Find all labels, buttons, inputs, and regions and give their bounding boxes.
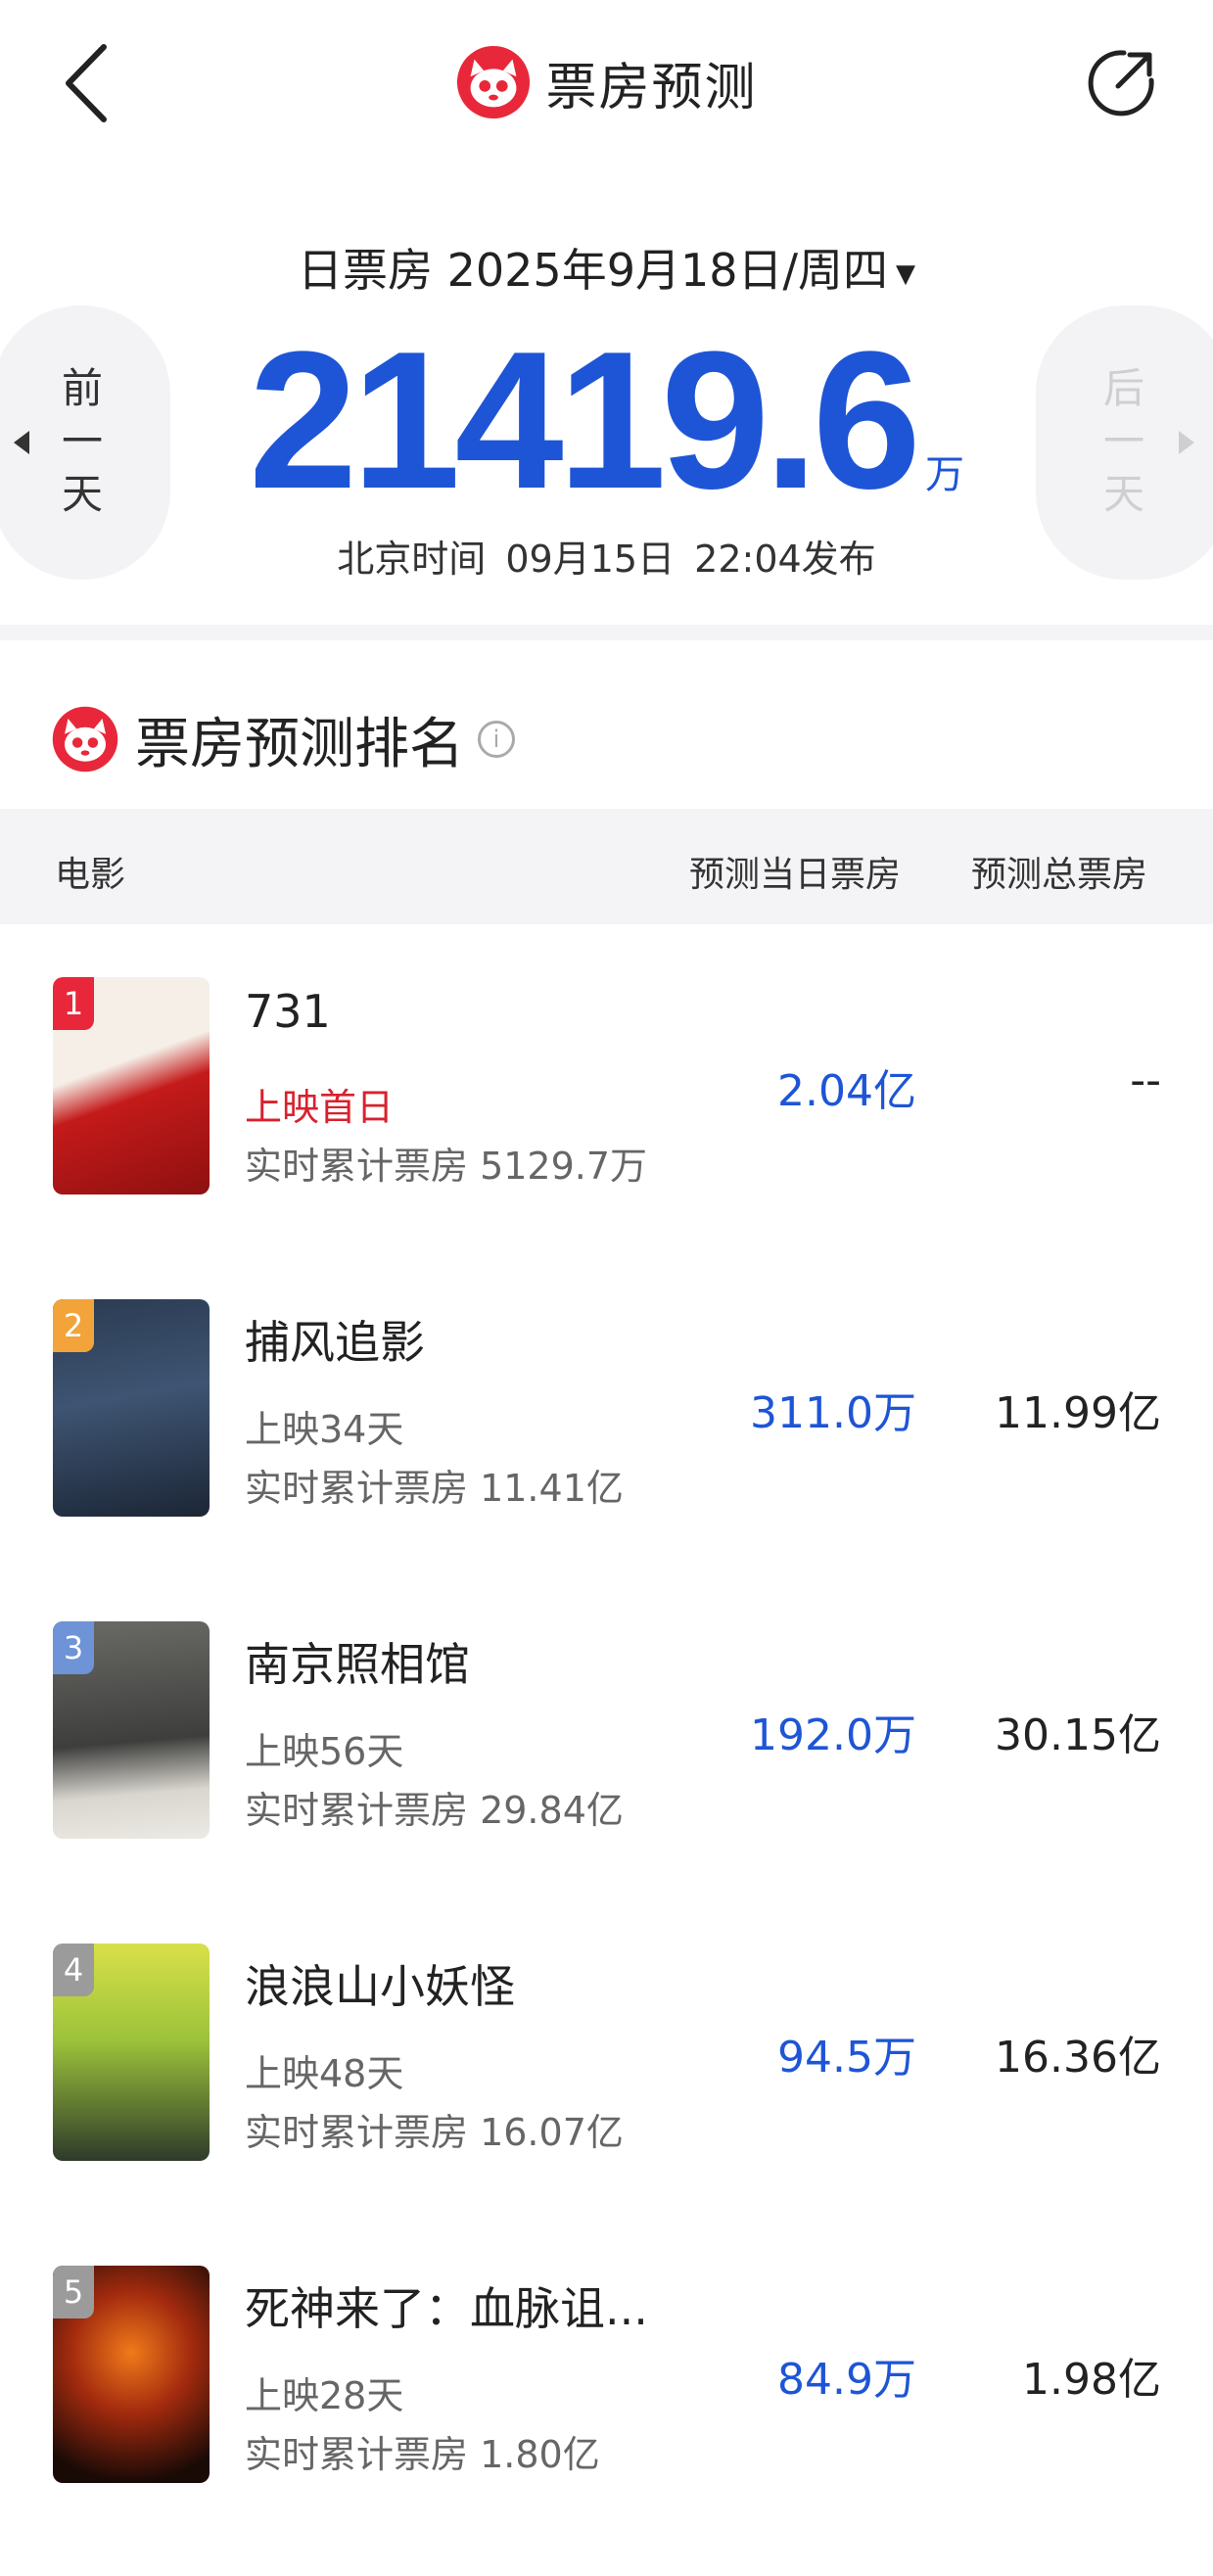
movie-cumulative: 实时累计票房 16.07亿	[245, 2111, 624, 2154]
movie-name: 731	[245, 985, 331, 1038]
movie-cumulative: 实时累计票房 29.84亿	[245, 1789, 624, 1832]
date-label: 日票房 2025年9月18日/周四	[298, 244, 888, 297]
movie-poster: 4	[53, 1944, 210, 2161]
pred-daily-value: 94.5万	[777, 2033, 916, 2083]
ranking-title: 票房预测排名	[135, 712, 464, 776]
top-bar: 票房预测	[0, 0, 1213, 166]
rank-badge: 1	[53, 977, 94, 1030]
page-title: 票房预测	[545, 58, 758, 117]
col-movie: 电影	[55, 855, 126, 895]
movie-poster: 5	[53, 2266, 210, 2483]
movie-status: 上映28天	[245, 2374, 404, 2417]
movie-poster: 3	[53, 1621, 210, 1839]
movie-status: 上映首日	[245, 1086, 395, 1129]
movie-status: 上映48天	[245, 2052, 404, 2095]
section-divider	[0, 625, 1213, 640]
total-value: 21419.6	[249, 311, 921, 530]
pred-total-value: 11.99亿	[995, 1388, 1161, 1438]
pred-total-value: 30.15亿	[995, 1710, 1161, 1760]
movie-row[interactable]: 4 浪浪山小妖怪 上映48天 实时累计票房 16.07亿 94.5万 16.36…	[0, 1944, 1213, 2267]
rank-badge: 2	[53, 1299, 94, 1352]
caret-down-icon: ▼	[896, 258, 915, 289]
movie-status: 上映34天	[245, 1408, 404, 1451]
movie-cumulative: 实时累计票房 1.80亿	[245, 2433, 600, 2476]
next-day-char: 一	[1102, 417, 1144, 465]
info-icon[interactable]: i	[478, 721, 515, 758]
prev-day-char: 前	[61, 364, 103, 412]
movie-row[interactable]: 5 死神来了：血脉诅... 上映28天 实时累计票房 1.80亿 84.9万 1…	[0, 2266, 1213, 2576]
maoyan-logo-icon	[52, 706, 118, 773]
maoyan-logo-icon	[457, 45, 531, 119]
pred-daily-value: 2.04亿	[777, 1066, 916, 1116]
share-icon	[1088, 50, 1154, 117]
movie-row[interactable]: 2 捕风追影 上映34天 实时累计票房 11.41亿 311.0万 11.99亿	[0, 1299, 1213, 1622]
pred-daily-value: 84.9万	[777, 2355, 916, 2405]
date-selector[interactable]: 日票房 2025年9月18日/周四 ▼	[0, 235, 1213, 300]
pred-total-value: --	[1130, 1055, 1161, 1105]
table-header: 电影 预测当日票房 预测总票房	[0, 809, 1213, 924]
next-day-char: 后	[1102, 364, 1144, 412]
pred-total-value: 1.98亿	[1022, 2355, 1161, 2405]
pred-daily-value: 311.0万	[750, 1388, 916, 1438]
rank-badge: 4	[53, 1944, 94, 1996]
prev-day-button[interactable]: 前 一 天	[0, 305, 170, 580]
arrow-right-icon	[1179, 431, 1194, 454]
col-pred-daily: 预测当日票房	[689, 855, 902, 895]
pred-total-value: 16.36亿	[995, 2033, 1161, 2083]
movie-name: 南京照相馆	[245, 1638, 470, 1691]
rank-badge: 3	[53, 1621, 94, 1674]
movie-name: 死神来了：血脉诅...	[245, 2282, 648, 2335]
publish-time: 北京时间 09月15日 22:04发布	[337, 538, 876, 581]
prev-day-char: 一	[61, 417, 103, 465]
prev-day-char: 天	[61, 470, 103, 518]
movie-poster: 1	[53, 977, 210, 1194]
total-unit: 万	[924, 452, 964, 497]
pred-daily-value: 192.0万	[750, 1710, 916, 1760]
next-day-button[interactable]: 后 一 天	[1036, 305, 1213, 580]
movie-name: 捕风追影	[245, 1316, 425, 1369]
movie-cumulative: 实时累计票房 11.41亿	[245, 1467, 624, 1510]
rank-badge: 5	[53, 2266, 94, 2318]
next-day-char: 天	[1102, 470, 1144, 518]
arrow-left-icon	[14, 431, 29, 454]
ranking-header: 票房预测排名 i	[51, 700, 515, 778]
box-office-summary: 日票房 2025年9月18日/周四 ▼ 21419.6 万 北京时间 09月15日 …	[0, 225, 1213, 597]
share-button[interactable]	[1085, 47, 1157, 119]
movie-row[interactable]: 3 南京照相馆 上映56天 实时累计票房 29.84亿 192.0万 30.15…	[0, 1621, 1213, 1944]
movie-row[interactable]: 1 731 上映首日 实时累计票房 5129.7万 2.04亿 --	[0, 977, 1213, 1300]
total-box-office: 21419.6 万	[0, 323, 1213, 519]
movie-status: 上映56天	[245, 1730, 404, 1773]
col-pred-total: 预测总票房	[971, 855, 1148, 895]
movie-cumulative: 实时累计票房 5129.7万	[245, 1145, 648, 1188]
movie-name: 浪浪山小妖怪	[245, 1960, 515, 2013]
movie-poster: 2	[53, 1299, 210, 1517]
